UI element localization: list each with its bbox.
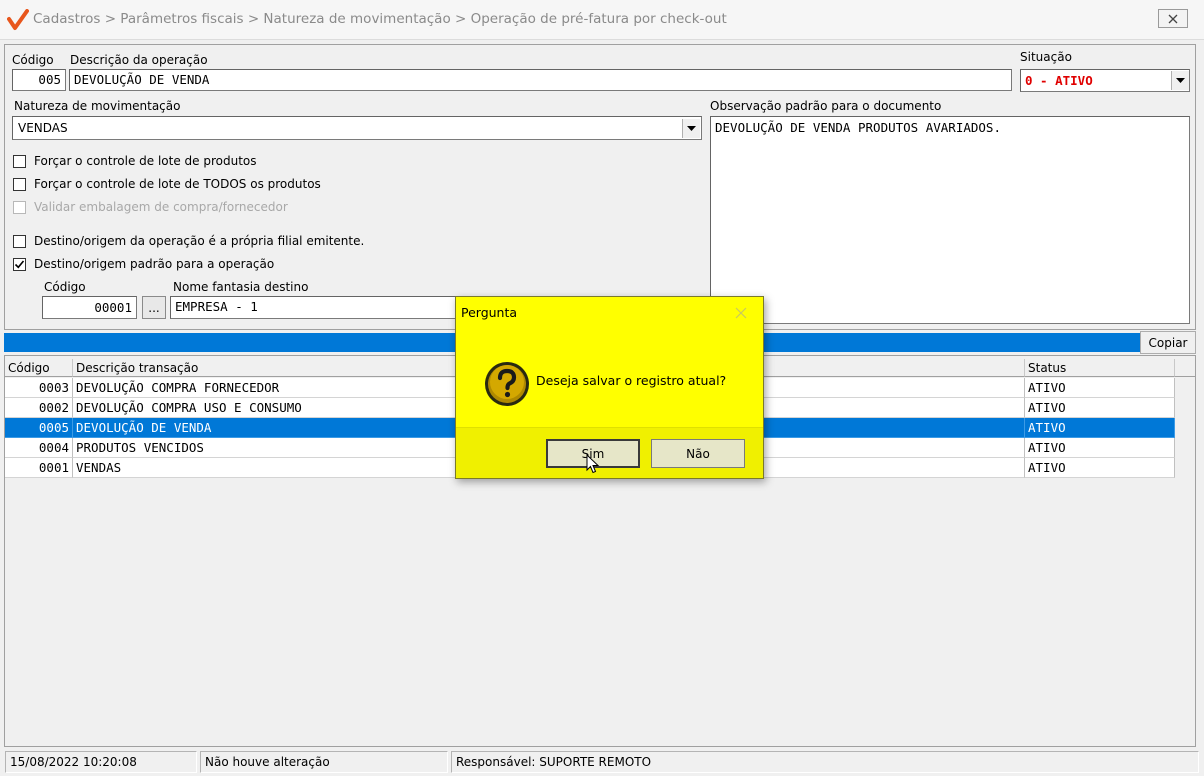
confirm-dialog: Pergunta Deseja salvar o registro atual?… (455, 296, 764, 479)
checkbox-lote-todos-produtos[interactable] (13, 178, 26, 191)
cell-codigo: 0003 (5, 378, 73, 398)
checkbox-validar-embalagem (13, 201, 26, 214)
column-header-status[interactable]: Status (1025, 359, 1175, 377)
observacao-textarea[interactable]: DEVOLUÇÃO DE VENDA PRODUTOS AVARIADOS. (710, 116, 1190, 324)
app-logo-icon (7, 9, 29, 30)
checkbox-propria-filial-label: Destino/origem da operação é a própria f… (34, 234, 365, 248)
dialog-close-button[interactable] (734, 306, 750, 322)
codigo-field[interactable]: 005 (12, 69, 66, 91)
cell-codigo: 0005 (5, 418, 73, 438)
status-change: Não houve alteração (200, 751, 448, 773)
checkbox-propria-filial[interactable] (13, 235, 26, 248)
mouse-cursor-icon (586, 454, 600, 474)
situacao-label: Situação (1020, 50, 1072, 64)
close-button[interactable] (1158, 9, 1188, 28)
nome-fantasia-field[interactable]: EMPRESA - 1 (170, 296, 460, 319)
destino-codigo-label: Código (44, 280, 86, 294)
window-title: Cadastros > Parâmetros fiscais > Naturez… (33, 11, 727, 27)
descricao-field[interactable]: DEVOLUÇÃO DE VENDA (69, 69, 1012, 91)
checkmark-icon (14, 260, 25, 269)
codigo-label: Código (12, 53, 54, 67)
situacao-dropdown-button[interactable] (1171, 71, 1189, 90)
cell-status: ATIVO (1025, 458, 1175, 478)
natureza-value: VENDAS (18, 121, 68, 135)
status-responsavel: Responsável: SUPORTE REMOTO (451, 751, 1199, 773)
destino-codigo-field[interactable]: 00001 (42, 296, 137, 319)
cell-status: ATIVO (1025, 418, 1175, 438)
situacao-select[interactable]: 0 - ATIVO (1020, 69, 1190, 92)
close-icon (1168, 14, 1178, 23)
checkbox-lote-produtos-label: Forçar o controle de lote de produtos (34, 154, 257, 168)
descricao-label: Descrição da operação (70, 53, 208, 67)
checkbox-destino-padrao-label: Destino/origem padrão para a operação (34, 257, 275, 271)
checkbox-destino-padrao[interactable] (13, 258, 26, 271)
title-bar: Cadastros > Parâmetros fiscais > Naturez… (0, 0, 1204, 40)
cell-codigo: 0004 (5, 438, 73, 458)
header-filler (1175, 359, 1195, 377)
no-button[interactable]: Não (651, 439, 745, 468)
dialog-message: Deseja salvar o registro atual? (536, 373, 727, 388)
observacao-label: Observação padrão para o documento (710, 99, 942, 113)
natureza-dropdown-button[interactable] (682, 119, 700, 138)
checkbox-validar-embalagem-label: Validar embalagem de compra/fornecedor (34, 200, 288, 214)
natureza-select[interactable]: VENDAS (12, 116, 702, 140)
situacao-value: 0 - ATIVO (1025, 73, 1093, 88)
dialog-title: Pergunta (461, 305, 518, 320)
question-icon (485, 362, 529, 406)
checkbox-lote-todos-label: Forçar o controle de lote de TODOS os pr… (34, 177, 321, 191)
checkbox-lote-produtos[interactable] (13, 155, 26, 168)
natureza-label: Natureza de movimentação (14, 99, 181, 113)
cell-status: ATIVO (1025, 398, 1175, 418)
status-datetime: 15/08/2022 10:20:08 (5, 751, 197, 773)
cell-status: ATIVO (1025, 438, 1175, 458)
dialog-footer: Sim Não (456, 427, 763, 478)
cell-codigo: 0001 (5, 458, 73, 478)
chevron-down-icon (1176, 77, 1185, 83)
column-header-codigo[interactable]: Código (5, 359, 73, 377)
close-icon (735, 307, 747, 319)
cell-status: ATIVO (1025, 378, 1175, 398)
lookup-button[interactable]: ... (142, 296, 166, 319)
cell-codigo: 0002 (5, 398, 73, 418)
chevron-down-icon (687, 125, 696, 131)
nome-fantasia-label: Nome fantasia destino (173, 280, 309, 294)
copy-button[interactable]: Copiar (1140, 331, 1196, 354)
